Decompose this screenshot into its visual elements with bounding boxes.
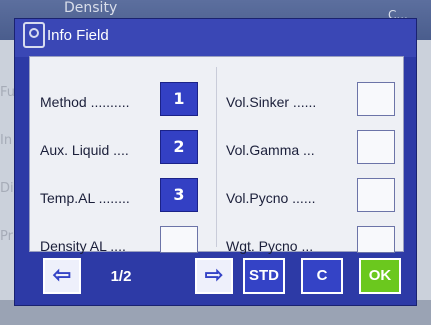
vol-sinker-slot[interactable] (357, 82, 395, 116)
dialog-footer: ⇦ 1/2 ⇨ STD C OK (29, 256, 404, 300)
vol-pycno-slot[interactable] (357, 178, 395, 212)
method-slot[interactable]: 1 (160, 82, 198, 116)
temp-al-label: Temp.AL ........ (40, 190, 130, 206)
std-button[interactable]: STD (243, 258, 285, 294)
page-indicator: 1/2 (110, 268, 132, 285)
vol-gamma-label: Vol.Gamma ... (226, 142, 315, 158)
wgt-pycno-label: Wgt. Pycno ... (226, 238, 314, 254)
column-divider (216, 67, 217, 247)
next-page-button[interactable]: ⇨ (195, 258, 233, 294)
aux-liquid-label: Aux. Liquid .... (40, 142, 129, 158)
info-field-dialog: Info Field Method .......... 1 Aux. Liqu… (14, 18, 417, 306)
dialog-title: Info Field (47, 27, 109, 44)
vol-sinker-label: Vol.Sinker ...... (226, 94, 317, 110)
arrow-left-icon: ⇦ (52, 262, 72, 287)
arrow-right-icon: ⇨ (204, 262, 224, 287)
method-label: Method .......... (40, 94, 130, 110)
ok-button[interactable]: OK (359, 258, 401, 294)
background-side-item: Pr (0, 229, 13, 244)
dialog-header: Info Field (15, 19, 416, 57)
balance-icon (23, 22, 45, 48)
background-side-item: In (0, 133, 13, 148)
density-al-slot[interactable] (160, 226, 198, 253)
background-side-item: Di (0, 181, 14, 196)
wgt-pycno-slot[interactable] (357, 226, 395, 253)
density-al-label: Density AL .... (40, 238, 126, 254)
temp-al-slot[interactable]: 3 (160, 178, 198, 212)
aux-liquid-slot[interactable]: 2 (160, 130, 198, 164)
info-field-list: Method .......... 1 Aux. Liquid .... 2 T… (29, 56, 404, 254)
prev-page-button[interactable]: ⇦ (43, 258, 81, 294)
background-title: Density (64, 0, 118, 16)
c-button[interactable]: C (301, 258, 343, 294)
vol-gamma-slot[interactable] (357, 130, 395, 164)
background-sidebar: Fu In Di Pr (0, 85, 15, 277)
vol-pycno-label: Vol.Pycno ...... (226, 190, 316, 206)
background-side-item: Fu (0, 85, 16, 100)
